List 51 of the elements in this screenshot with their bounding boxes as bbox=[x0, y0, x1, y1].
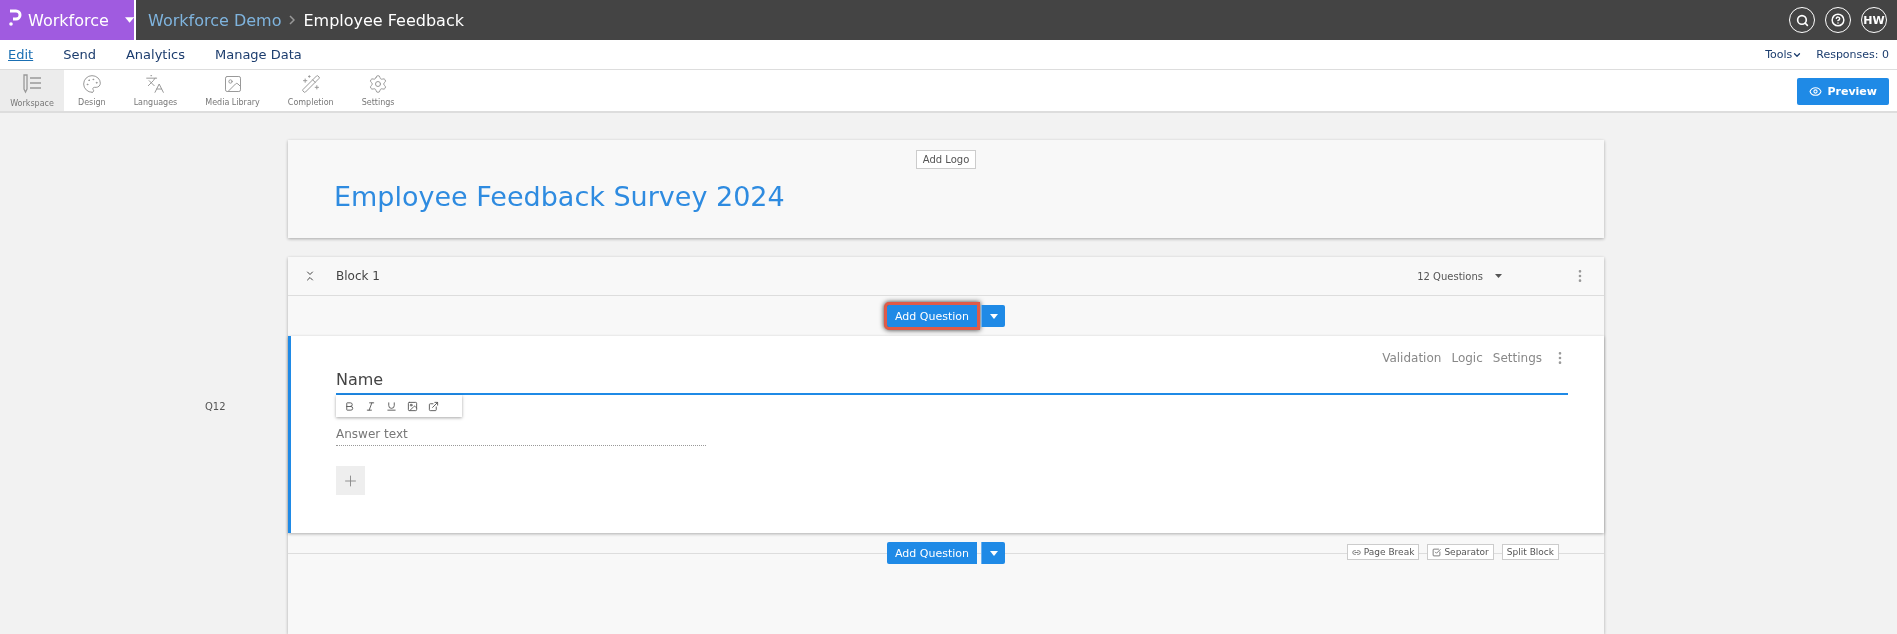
checkbox-icon bbox=[1432, 547, 1442, 557]
question-action-link[interactable]: Settings bbox=[1492, 351, 1542, 365]
question-count-dropdown[interactable]: 12 Questions bbox=[1417, 270, 1502, 282]
toolbar-item[interactable]: Media Library bbox=[191, 70, 274, 111]
nav-tab[interactable]: Edit bbox=[8, 47, 34, 62]
add-question-dropdown-button[interactable] bbox=[981, 305, 1005, 327]
chevron-icon bbox=[289, 15, 296, 25]
caret-icon bbox=[989, 550, 998, 556]
question-action-link[interactable]: Logic bbox=[1451, 351, 1483, 365]
collapse-icon[interactable] bbox=[304, 270, 316, 282]
question-action-link[interactable]: Validation bbox=[1382, 351, 1442, 365]
add-question-button[interactable]: Add Question bbox=[887, 542, 977, 564]
question-text[interactable]: Name bbox=[336, 370, 1568, 395]
caret-icon bbox=[1495, 274, 1502, 278]
caret-icon bbox=[989, 313, 998, 319]
languages-icon bbox=[145, 74, 166, 94]
block-action-button[interactable]: Separator bbox=[1427, 544, 1494, 560]
search-icon bbox=[1795, 13, 1809, 27]
italic-icon[interactable] bbox=[365, 400, 376, 412]
bold-icon[interactable] bbox=[344, 400, 355, 412]
underline-icon[interactable] bbox=[386, 400, 397, 412]
responses-count[interactable]: Responses: 0 bbox=[1816, 48, 1889, 61]
add-question-dropdown-button[interactable] bbox=[981, 542, 1005, 564]
external-link-icon[interactable] bbox=[428, 400, 439, 412]
survey-title[interactable]: Employee Feedback Survey 2024 bbox=[334, 181, 785, 212]
nav-tab[interactable]: Send bbox=[63, 47, 96, 62]
caret-icon[interactable] bbox=[124, 17, 134, 23]
add-logo-button[interactable]: Add Logo bbox=[915, 150, 977, 169]
block-title: Block 1 bbox=[336, 269, 381, 283]
toolbar-item[interactable]: Design bbox=[64, 70, 120, 111]
image-icon[interactable] bbox=[407, 400, 418, 412]
preview-button[interactable]: Preview bbox=[1797, 78, 1889, 105]
help-icon bbox=[1831, 13, 1845, 27]
block-action-button[interactable]: Page Break bbox=[1346, 544, 1420, 560]
pencil-list-icon bbox=[21, 73, 43, 95]
breadcrumb-item[interactable]: Workforce Demo bbox=[148, 10, 282, 30]
toolbar-item[interactable]: Settings bbox=[347, 70, 409, 111]
question-number: Q12 bbox=[205, 401, 226, 412]
breadcrumb-item: Employee Feedback bbox=[303, 10, 464, 30]
toolbar-item[interactable]: Languages bbox=[119, 70, 192, 111]
answer-field[interactable]: Answer text bbox=[336, 423, 706, 446]
settings-icon bbox=[368, 74, 389, 94]
add-question-button[interactable]: Add Question bbox=[887, 305, 977, 327]
link-icon bbox=[1351, 547, 1361, 557]
toolbar-item[interactable]: Workspace bbox=[0, 70, 64, 111]
toolbar-item[interactable]: Completion bbox=[273, 70, 348, 111]
block-action-button[interactable]: Split Block bbox=[1501, 544, 1559, 560]
nav-tab[interactable]: Analytics bbox=[125, 47, 185, 62]
eye-icon bbox=[1809, 85, 1823, 98]
nav-tab[interactable]: Manage Data bbox=[215, 47, 302, 62]
tools-menu[interactable]: Tools bbox=[1765, 48, 1803, 61]
